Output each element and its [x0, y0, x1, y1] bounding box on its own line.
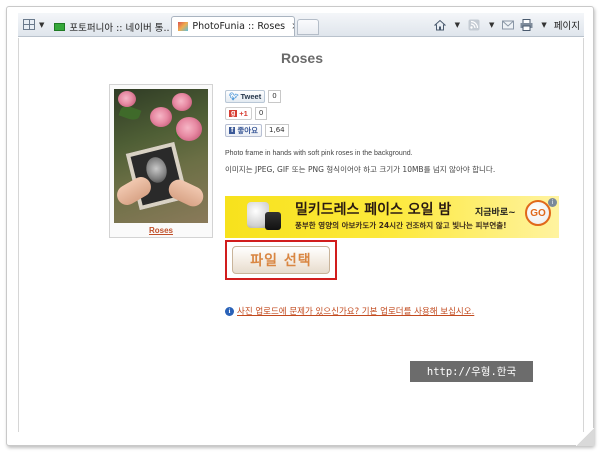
print-icon[interactable]	[519, 18, 533, 32]
fb-row: f 좋아요 1,64	[225, 123, 289, 137]
tweet-row: 🐦︎ Tweet 0	[225, 89, 289, 103]
ad-go-button[interactable]: GO	[525, 200, 551, 226]
twitter-bird-icon: 🐦︎	[229, 91, 239, 101]
page-menu[interactable]: 페이지	[554, 18, 580, 32]
effect-description: Photo frame in hands with soft pink rose…	[225, 150, 413, 157]
gplus-label: +1	[239, 108, 248, 118]
tab-title: PhotoFunia :: Roses	[192, 21, 286, 32]
roses-preview-image	[114, 89, 208, 223]
chevron-down-icon[interactable]: ▼	[541, 21, 546, 29]
gplus-icon: g	[229, 109, 238, 117]
product-jar-image	[265, 212, 281, 230]
highlight-outline: 파일 선택	[225, 240, 337, 280]
watermark-url: http://우형.한국	[410, 361, 533, 382]
mail-icon[interactable]	[501, 18, 515, 32]
grid-icon	[23, 19, 35, 30]
rss-icon[interactable]	[467, 18, 481, 32]
ad-banner[interactable]: 밀키드레스 페이스 오일 밤 풍부한 영양의 아보카도가 24시간 건조하지 않…	[225, 196, 559, 238]
new-tab-button[interactable]	[297, 18, 320, 35]
effect-thumbnail[interactable]: Roses	[109, 84, 213, 238]
fb-label: 좋아요	[237, 125, 259, 135]
browser-toolbar: ▼ 포토퍼니아 :: 네이버 통... PhotoFunia :: Roses …	[18, 13, 584, 37]
ad-cta: 지금바로~	[475, 208, 516, 218]
facebook-icon: f	[229, 126, 236, 134]
tab-grid-button[interactable]: ▼	[18, 16, 47, 34]
tweet-label: Tweet	[240, 91, 262, 101]
toolbar-right: ▼ ▼ ▼ 페이지	[433, 18, 584, 32]
tweet-count: 0	[268, 89, 281, 103]
gplus-button[interactable]: g +1	[225, 106, 252, 120]
tab-title: 포토퍼니아 :: 네이버 통...	[69, 22, 172, 34]
fb-count: 1,64	[265, 123, 289, 137]
gplus-count: 0	[254, 106, 268, 120]
tab-naver[interactable]: 포토퍼니아 :: 네이버 통...	[47, 16, 171, 36]
ad-subtitle: 풍부한 영양의 아보카도가 24시간 건조하지 않고 빛나는 피부연출!	[295, 221, 507, 230]
chevron-down-icon: ▼	[39, 20, 45, 29]
thumbnail-caption-link[interactable]: Roses	[114, 226, 208, 235]
select-file-button[interactable]: 파일 선택	[232, 246, 330, 274]
gplus-row: g +1 0	[225, 106, 289, 120]
chevron-down-icon[interactable]: ▼	[455, 21, 460, 29]
upload-requirements: 이미지는 JPEG, GIF 또는 PNG 형식이어야 하고 크기가 10MB를…	[225, 165, 496, 174]
ad-info-icon[interactable]: i	[548, 198, 557, 207]
facebook-like-button[interactable]: f 좋아요	[225, 123, 263, 137]
page-title: Roses	[280, 50, 324, 66]
tab-photofunia[interactable]: PhotoFunia :: Roses ×	[171, 16, 296, 36]
tweet-button[interactable]: 🐦︎ Tweet	[225, 89, 266, 103]
favicon-icon	[54, 22, 66, 31]
social-buttons: 🐦︎ Tweet 0 g +1 0 f 좋아요 1,64	[225, 89, 289, 140]
basic-uploader-link[interactable]: 사진 업로드에 문제가 있으신가요? 기본 업로더를 사용해 보십시오.	[237, 305, 474, 317]
favicon-icon	[178, 22, 189, 31]
ad-title: 밀키드레스 페이스 오일 밤	[295, 202, 452, 218]
close-icon[interactable]: ×	[285, 21, 294, 32]
info-icon: i	[225, 306, 234, 316]
uploader-help: i 사진 업로드에 문제가 있으신가요? 기본 업로더를 사용해 보십시오.	[225, 305, 474, 317]
chevron-down-icon[interactable]: ▼	[489, 21, 494, 29]
home-icon[interactable]	[433, 18, 447, 32]
